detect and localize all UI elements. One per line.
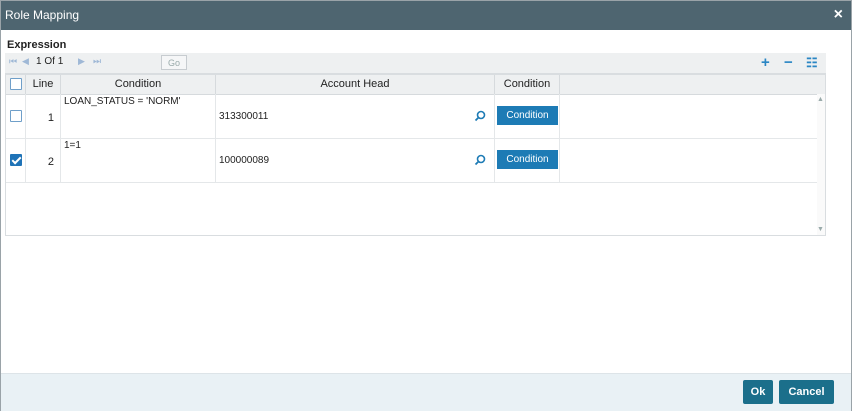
line-cell: 2 xyxy=(26,138,61,182)
role-mapping-grid: Line Condition Account Head Condition 1 … xyxy=(5,74,826,236)
last-page-icon[interactable]: ⏭ xyxy=(93,56,101,67)
first-page-icon[interactable]: ⏮ xyxy=(9,56,17,67)
scroll-down-icon[interactable]: ▼ xyxy=(817,226,824,233)
account-head-cell[interactable]: 313300011 xyxy=(216,94,495,138)
page-current: 1 xyxy=(36,56,42,67)
grid-header: Line Condition Account Head Condition xyxy=(6,75,825,95)
page-indicator: 1 Of 1 xyxy=(36,56,63,67)
add-row-icon[interactable]: + xyxy=(761,54,770,71)
ok-button[interactable]: Ok xyxy=(743,380,773,404)
select-all-checkbox[interactable] xyxy=(10,78,22,90)
line-number: 1 xyxy=(47,112,54,124)
condition-button-cell: Condition xyxy=(495,138,560,182)
row-checkbox[interactable] xyxy=(10,154,22,166)
close-icon[interactable]: × xyxy=(834,5,843,25)
dialog-footer: Ok Cancel xyxy=(1,373,851,411)
search-icon[interactable] xyxy=(474,154,486,166)
page-total: 1 xyxy=(57,56,64,67)
select-all-header xyxy=(6,75,26,94)
table-row: 1 LOAN_STATUS = 'NORM' 313300011 Conditi… xyxy=(6,94,825,139)
condition-text: LOAN_STATUS = 'NORM' xyxy=(64,96,181,107)
condition-cell[interactable]: LOAN_STATUS = 'NORM' xyxy=(61,94,216,138)
condition-text: 1=1 xyxy=(64,140,81,151)
row-select-cell xyxy=(6,94,26,138)
account-head-cell[interactable]: 100000089 xyxy=(216,138,495,182)
scroll-up-icon[interactable]: ▲ xyxy=(817,96,824,103)
account-head-value: 100000089 xyxy=(219,155,270,166)
cancel-button[interactable]: Cancel xyxy=(779,380,834,404)
column-settings-icon[interactable]: ☷ xyxy=(806,55,818,71)
table-row: 2 1=1 100000089 Condition xyxy=(6,138,825,183)
condition-button-cell: Condition xyxy=(495,94,560,138)
condition-cell[interactable]: 1=1 xyxy=(61,138,216,182)
expression-section-label: Expression xyxy=(7,39,67,51)
go-button[interactable]: Go xyxy=(161,55,187,70)
dialog-titlebar: Role Mapping × xyxy=(1,1,851,30)
next-page-icon[interactable]: ▶ xyxy=(78,56,85,67)
account-head-value: 313300011 xyxy=(219,111,269,122)
line-cell: 1 xyxy=(26,94,61,138)
line-number: 2 xyxy=(47,156,54,168)
remove-row-icon[interactable]: − xyxy=(784,54,793,71)
condition-button[interactable]: Condition xyxy=(497,150,558,169)
role-mapping-dialog: Role Mapping × Expression ⏮ ◀ 1 Of 1 ▶ ⏭… xyxy=(0,0,852,411)
vertical-scrollbar[interactable]: ▲ ▼ xyxy=(817,94,825,235)
grid-toolbar: ⏮ ◀ 1 Of 1 ▶ ⏭ Go + − ☷ xyxy=(5,53,826,74)
condition-button-column-header[interactable]: Condition xyxy=(495,75,560,94)
dialog-title: Role Mapping xyxy=(5,8,80,22)
condition-button[interactable]: Condition xyxy=(497,106,558,125)
row-select-cell xyxy=(6,138,26,182)
previous-page-icon[interactable]: ◀ xyxy=(22,56,29,67)
condition-column-header[interactable]: Condition xyxy=(61,75,216,94)
search-icon[interactable] xyxy=(474,110,486,122)
page-of-label: Of xyxy=(44,56,55,67)
line-column-header[interactable]: Line xyxy=(26,75,61,94)
account-head-column-header[interactable]: Account Head xyxy=(216,75,495,94)
row-checkbox[interactable] xyxy=(10,110,22,122)
